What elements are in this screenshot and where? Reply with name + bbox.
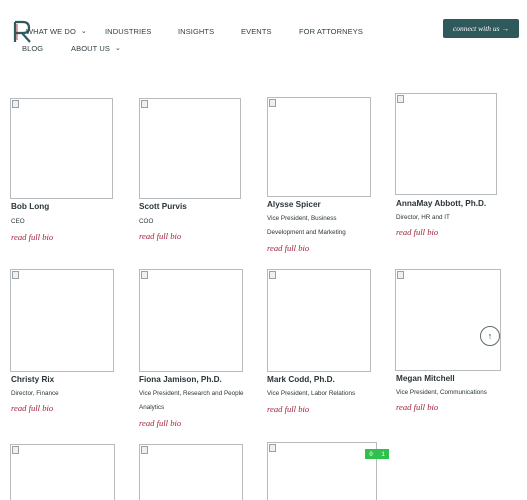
nav-insights[interactable]: INSIGHTS <box>178 27 214 36</box>
team-photo <box>395 269 501 371</box>
arrow-up-icon: ↑ <box>487 331 493 341</box>
site-header: WHAT WE DO ⌄ INDUSTRIES INSIGHTS EVENTS F… <box>0 0 527 62</box>
team-photo <box>139 444 243 500</box>
scroll-to-top-button[interactable]: ↑ <box>480 326 500 346</box>
team-photo <box>139 98 241 199</box>
team-title: Director, HR and IT <box>396 214 450 221</box>
read-bio-link[interactable]: read full bio <box>396 402 438 412</box>
team-name: Megan Mitchell <box>396 374 455 383</box>
broken-image-icon <box>12 271 19 279</box>
nav-what-we-do[interactable]: WHAT WE DO ⌄ <box>26 27 87 36</box>
broken-image-icon <box>12 446 19 454</box>
notification-badge[interactable]: 0 1 <box>365 449 389 459</box>
team-photo <box>267 97 371 197</box>
nav-blog[interactable]: BLOG <box>22 44 43 53</box>
team-name: Alysse Spicer <box>267 200 321 209</box>
broken-image-icon <box>269 271 276 279</box>
read-bio-link[interactable]: read full bio <box>11 232 53 242</box>
read-bio-link[interactable]: read full bio <box>267 243 309 253</box>
team-name: Fiona Jamison, Ph.D. <box>139 375 222 384</box>
team-title: Vice President, Business Development and… <box>267 215 346 236</box>
nav-industries[interactable]: INDUSTRIES <box>105 27 151 36</box>
badge-count-left: 0 <box>369 450 373 458</box>
read-bio-link[interactable]: read full bio <box>267 404 309 414</box>
team-photo <box>10 269 114 372</box>
team-title: Vice President, Labor Relations <box>267 390 356 397</box>
chevron-down-icon: ⌄ <box>80 28 87 35</box>
team-name: Scott Purvis <box>139 202 187 211</box>
team-name: Mark Codd, Ph.D. <box>267 375 335 384</box>
badge-count-right: 1 <box>381 450 385 458</box>
broken-image-icon <box>397 95 404 103</box>
read-bio-link[interactable]: read full bio <box>11 403 53 413</box>
team-photo <box>10 444 115 500</box>
team-title: Vice President, Research and People Anal… <box>139 390 244 411</box>
team-title: Director, Finance <box>11 390 59 397</box>
team-title: CEO <box>11 218 25 225</box>
broken-image-icon <box>12 100 19 108</box>
read-bio-link[interactable]: read full bio <box>139 418 181 428</box>
nav-about-us[interactable]: ABOUT US ⌄ <box>71 44 121 53</box>
team-title: COO <box>139 218 154 225</box>
arrow-right-icon: → <box>501 24 510 33</box>
connect-button-label: connect with us <box>452 24 500 33</box>
chevron-down-icon: ⌄ <box>115 45 121 52</box>
team-name: Bob Long <box>11 202 50 211</box>
broken-image-icon <box>141 100 148 108</box>
connect-button[interactable]: connect with us → <box>443 19 519 38</box>
team-photo <box>267 442 377 500</box>
nav-what-we-do-label: WHAT WE DO <box>26 27 76 36</box>
team-photo <box>267 269 371 372</box>
team-photo <box>395 93 497 195</box>
team-photo <box>10 98 113 199</box>
team-title: Vice President, Communications <box>396 389 487 396</box>
team-photo <box>139 269 243 372</box>
broken-image-icon <box>269 444 276 452</box>
team-name: AnnaMay Abbott, Ph.D. <box>396 199 487 208</box>
read-bio-link[interactable]: read full bio <box>396 227 438 237</box>
nav-for-attorneys[interactable]: FOR ATTORNEYS <box>299 27 363 36</box>
nav-about-us-label: ABOUT US <box>71 44 111 53</box>
broken-image-icon <box>269 99 276 107</box>
broken-image-icon <box>141 446 148 454</box>
team-name: Christy Rix <box>11 375 55 384</box>
broken-image-icon <box>141 271 148 279</box>
read-bio-link[interactable]: read full bio <box>139 231 181 241</box>
broken-image-icon <box>397 271 404 279</box>
nav-events[interactable]: EVENTS <box>241 27 272 36</box>
